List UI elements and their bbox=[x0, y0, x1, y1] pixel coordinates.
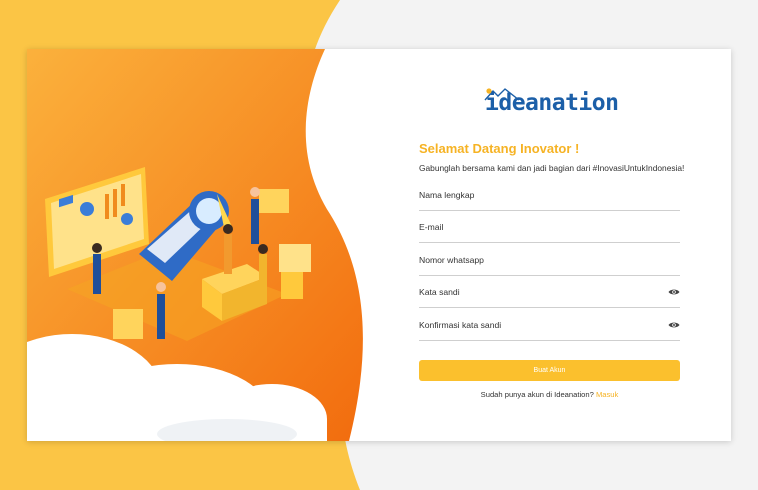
brand-logo: ideanation bbox=[484, 88, 619, 115]
signup-form: ideanation Selamat Datang Inovator ! Gab… bbox=[419, 49, 684, 441]
signup-card: ideanation Selamat Datang Inovator ! Gab… bbox=[27, 49, 731, 441]
page-subtitle: Gabunglah bersama kami dan jadi bagian d… bbox=[419, 163, 685, 173]
create-account-button[interactable]: Buat Akun bbox=[419, 360, 680, 381]
password-field[interactable]: Kata sandi bbox=[419, 282, 680, 308]
full-name-label: Nama lengkap bbox=[419, 190, 475, 200]
email-field[interactable]: E-mail bbox=[419, 217, 680, 243]
eye-icon[interactable] bbox=[668, 288, 680, 296]
login-prompt: Sudah punya akun di Ideanation? Masuk bbox=[419, 390, 680, 399]
login-prompt-text: Sudah punya akun di Ideanation? bbox=[480, 390, 594, 399]
confirm-password-field[interactable]: Konfirmasi kata sandi bbox=[419, 315, 680, 341]
page-title: Selamat Datang Inovator ! bbox=[419, 141, 580, 156]
confirm-password-label: Konfirmasi kata sandi bbox=[419, 320, 502, 330]
full-name-field[interactable]: Nama lengkap bbox=[419, 185, 680, 211]
whatsapp-label: Nomor whatsapp bbox=[419, 255, 484, 265]
email-label: E-mail bbox=[419, 222, 444, 232]
whatsapp-field[interactable]: Nomor whatsapp bbox=[419, 250, 680, 276]
mountain-bulb-icon bbox=[484, 88, 520, 101]
password-label: Kata sandi bbox=[419, 287, 460, 297]
login-link[interactable]: Masuk bbox=[596, 390, 618, 399]
eye-icon[interactable] bbox=[668, 321, 680, 329]
